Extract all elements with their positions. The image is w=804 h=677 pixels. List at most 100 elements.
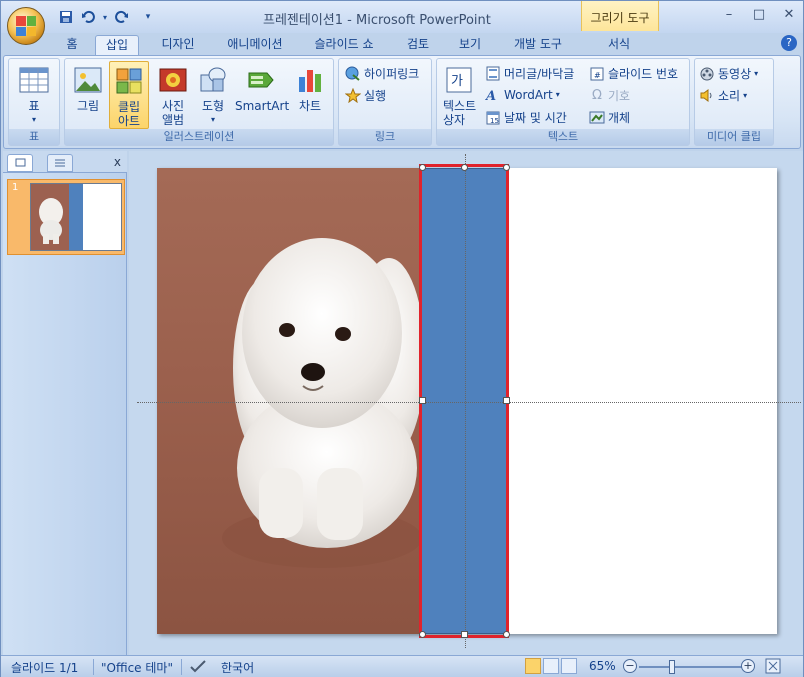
quick-access-toolbar: ▾ ▾: [57, 9, 153, 25]
header-footer-icon: [485, 66, 501, 81]
shapes-dropdown-icon: ▾: [210, 115, 215, 124]
spell-check-icon[interactable]: [189, 659, 207, 676]
clipart-button[interactable]: 클립 아트: [109, 61, 149, 129]
sound-dropdown-icon: ▾: [743, 91, 748, 100]
customize-icon[interactable]: ▾: [143, 9, 153, 25]
group-media: 동영상 ▾ 소리 ▾ 미디어 클립: [694, 58, 774, 146]
picture-label: 그림: [76, 99, 100, 113]
resize-handle-bottom[interactable]: [461, 631, 468, 638]
language[interactable]: 한국어: [221, 659, 254, 676]
group-table: 표 ▾ 표: [8, 58, 60, 146]
slide-thumbnail: [30, 183, 122, 251]
tab-home[interactable]: 홈: [59, 35, 85, 55]
resize-handle-right[interactable]: [503, 397, 510, 404]
tab-insert[interactable]: 삽입: [95, 35, 139, 55]
movie-button[interactable]: 동영상 ▾: [699, 65, 758, 82]
svg-text:A: A: [485, 89, 496, 102]
tab-format[interactable]: 서식: [595, 35, 643, 55]
hyperlink-icon: [345, 66, 361, 81]
thumbnail-photo: [31, 184, 69, 250]
slide-thumbnail-selected[interactable]: 1: [7, 179, 125, 255]
minimize-button[interactable]: –: [721, 7, 737, 23]
slide-canvas[interactable]: [137, 154, 801, 648]
date-time-icon: 15: [485, 110, 501, 125]
header-footer-button[interactable]: 머리글/바닥글: [485, 65, 574, 82]
textbox-label: 텍스트 상자: [443, 99, 477, 127]
shapes-icon: [197, 65, 229, 95]
group-text-label: 텍스트: [437, 129, 689, 145]
sound-icon: [699, 88, 715, 103]
help-icon[interactable]: ?: [781, 35, 797, 51]
window-title: 프레젠테이션1 - Microsoft PowerPoint: [263, 13, 491, 28]
resize-handle-bottom-right[interactable]: [503, 631, 510, 638]
hyperlink-button[interactable]: 하이퍼링크: [345, 65, 419, 82]
drawing-tools-context-header: 그리기 도구: [581, 1, 659, 31]
panel-tabs: x: [3, 151, 127, 173]
slide-number-button[interactable]: # 슬라이드 번호: [589, 65, 678, 82]
group-table-label: 표: [9, 129, 59, 145]
resize-handle-left[interactable]: [419, 397, 426, 404]
fit-to-window-icon[interactable]: [765, 658, 781, 677]
tab-animations[interactable]: 애니메이션: [219, 35, 291, 55]
shapes-button[interactable]: 도형 ▾: [195, 61, 231, 127]
panel-close-icon[interactable]: x: [114, 155, 121, 169]
object-button[interactable]: 개체: [589, 109, 630, 126]
resize-handle-top[interactable]: [461, 164, 468, 171]
tab-view[interactable]: 보기: [449, 35, 491, 55]
action-button[interactable]: 실행: [344, 87, 386, 104]
undo-icon[interactable]: [79, 9, 97, 25]
zoom-slider[interactable]: [639, 666, 743, 668]
tab-developer[interactable]: 개발 도구: [505, 35, 571, 55]
table-icon: [18, 65, 50, 95]
wordart-button[interactable]: A WordArt ▾: [484, 87, 560, 105]
date-time-button[interactable]: 15 날짜 및 시간: [485, 109, 567, 126]
symbol-button[interactable]: Ω 기호: [589, 87, 630, 104]
slide-sorter-view-icon[interactable]: [543, 658, 559, 674]
movie-icon: [699, 66, 715, 81]
slideshow-view-icon[interactable]: [561, 658, 577, 674]
chart-button[interactable]: 차트: [291, 61, 329, 113]
zoom-slider-thumb[interactable]: [669, 660, 675, 674]
resize-handle-top-right[interactable]: [503, 164, 510, 171]
resize-handle-bottom-left[interactable]: [419, 631, 426, 638]
maximize-button[interactable]: □: [751, 7, 767, 23]
photo-album-button[interactable]: 사진 앨범: [153, 61, 193, 127]
sound-button[interactable]: 소리 ▾: [699, 87, 747, 104]
outline-tab-icon[interactable]: [47, 154, 73, 172]
office-button[interactable]: [7, 7, 45, 45]
group-links: 하이퍼링크 실행 링크: [338, 58, 432, 146]
tab-design[interactable]: 디자인: [151, 35, 205, 55]
symbol-label: 기호: [608, 89, 631, 103]
textbox-button[interactable]: 가 텍스트 상자: [439, 61, 479, 127]
selection-highlight: [419, 164, 510, 638]
undo-dropdown-icon[interactable]: ▾: [101, 9, 109, 25]
tab-review[interactable]: 검토: [397, 35, 439, 55]
slide-number-label: 슬라이드 번호: [608, 67, 679, 81]
save-icon[interactable]: [57, 9, 75, 25]
view-buttons: [525, 658, 577, 674]
table-button[interactable]: 표 ▾: [11, 61, 57, 127]
resize-handle-top-left[interactable]: [419, 164, 426, 171]
smartart-button[interactable]: SmartArt: [235, 61, 289, 113]
thumbnail-blue-rect: [69, 184, 83, 250]
dog-illustration: [222, 238, 421, 568]
group-illustrations-label: 일러스트레이션: [65, 129, 333, 145]
redo-icon[interactable]: [113, 9, 131, 25]
status-bar: 슬라이드 1/1 "Office 테마" 한국어 65% − +: [1, 655, 803, 677]
normal-view-icon[interactable]: [525, 658, 541, 674]
zoom-level[interactable]: 65%: [589, 659, 616, 673]
tab-slideshow[interactable]: 슬라이드 쇼: [305, 35, 383, 55]
zoom-in-icon[interactable]: +: [741, 659, 755, 673]
close-button[interactable]: ✕: [781, 7, 797, 23]
dog-photo[interactable]: [157, 168, 421, 634]
status-separator: [93, 659, 94, 675]
slides-tab-icon[interactable]: [7, 154, 33, 172]
zoom-out-icon[interactable]: −: [623, 659, 637, 673]
photo-album-icon: [157, 65, 189, 95]
wordart-icon: A: [484, 87, 501, 104]
chart-icon: [294, 65, 326, 95]
picture-button[interactable]: 그림: [69, 61, 107, 113]
shapes-label: 도형: [201, 99, 225, 113]
group-illustrations: 그림 클립 아트 사진 앨범 도형 ▾ SmartArt 차트 일러스트레이션: [64, 58, 334, 146]
svg-text:15: 15: [490, 117, 499, 125]
